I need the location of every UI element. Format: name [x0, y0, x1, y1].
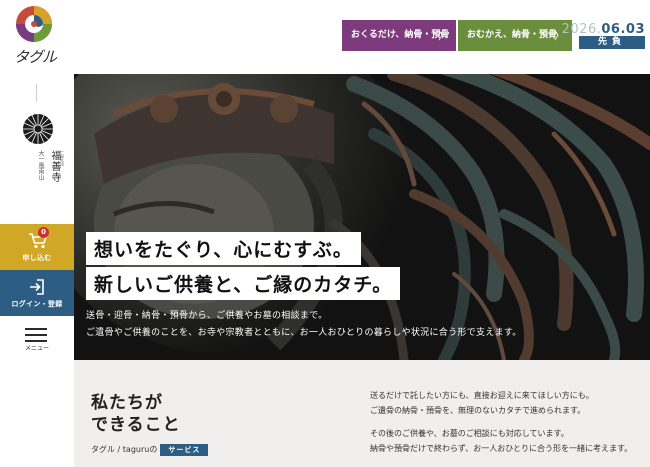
section-tagline: タグル / taguruの サービス — [91, 444, 209, 456]
hero-subtext-2: ご遺骨やご供養のことを、お寺や宗教者とともに、お一人おひとりの暮らしや状況に合う… — [86, 328, 522, 338]
pickup-service-button[interactable]: おむかえ、納骨・預骨 〉 — [458, 20, 572, 51]
logo-swirl-icon — [16, 6, 52, 42]
calendar-widget: 2026.06.03 先負 — [562, 22, 645, 49]
chevron-right-icon: 〉 — [438, 29, 449, 42]
chrysanthemum-crest-icon — [23, 114, 53, 144]
login-icon — [30, 279, 44, 295]
taguru-logo[interactable]: タグル — [12, 4, 62, 68]
date-month-day: 06.03 — [601, 22, 645, 37]
menu-label: メニュー — [24, 345, 49, 352]
cart-count-badge: 0 — [38, 227, 49, 238]
apply-button[interactable]: 0 申し込む — [0, 224, 74, 270]
rokuyo-badge: 先負 — [579, 36, 645, 49]
services-intro-section: 私たちが できること タグル / taguruの サービス 送るだけで託したい方に… — [74, 360, 650, 467]
intro-paragraph-4: 納骨や預骨だけで終わらず、お一人おひとりに合う形を一緒に考えます。 — [370, 444, 633, 453]
hero-headline-2: 新しいご供養と、ご縁のカタチ。 — [86, 267, 401, 300]
apply-label: 申し込む — [22, 254, 52, 262]
section-tag-prefix: タグル / taguruの — [91, 445, 158, 454]
hero-headline-1: 想いをたぐり、心にむすぶ。 — [86, 232, 361, 265]
intro-paragraph-2: ご遺骨の納骨・預骨を、無理のないカタチで進められます。 — [370, 406, 586, 415]
login-register-button[interactable]: ログイン・登録 — [0, 270, 74, 316]
temple-sect: 一般社団 — [60, 150, 65, 166]
pickup-service-label: おむかえ、納骨・預骨 — [467, 30, 558, 40]
date-display: 2026.06.03 — [562, 22, 645, 37]
intro-paragraph-1: 送るだけで託したい方にも、直接お迎えに来てほしい方にも。 — [370, 391, 594, 400]
section-title-line-2: できること — [91, 415, 181, 435]
menu-button[interactable]: メニュー — [0, 320, 74, 356]
logo-wordmark: タグル — [14, 48, 57, 66]
service-badge: サービス — [160, 444, 209, 456]
hamburger-icon — [25, 328, 47, 342]
login-label: ログイン・登録 — [11, 300, 63, 308]
temple-emblem[interactable]: 大一風南山 福善寺 一般社団 — [18, 112, 65, 192]
hero-banner: 想いをたぐり、心にむすぶ。 新しいご供養と、ご縁のカタチ。 送骨・迎骨・納骨・預… — [74, 74, 650, 360]
date-year: 2026. — [561, 22, 602, 37]
temple-mountain-name: 大一風南山 — [37, 150, 44, 180]
send-service-label: おくるだけ、納骨・預骨 — [351, 30, 450, 40]
divider — [36, 84, 37, 102]
hero-subtext-1: 送骨・迎骨・納骨・預骨から、ご供養やお墓の相談まで。 — [86, 311, 328, 321]
left-sidebar: タグル 大一風南山 福善寺 一般社団 0 申し込む ログイン・登録 メニュー — [0, 0, 74, 467]
send-service-button[interactable]: おくるだけ、納骨・預骨 〉 — [342, 20, 456, 51]
intro-paragraph-3: その後のご供養や、お墓のご相談にも対応しています。 — [370, 429, 569, 438]
